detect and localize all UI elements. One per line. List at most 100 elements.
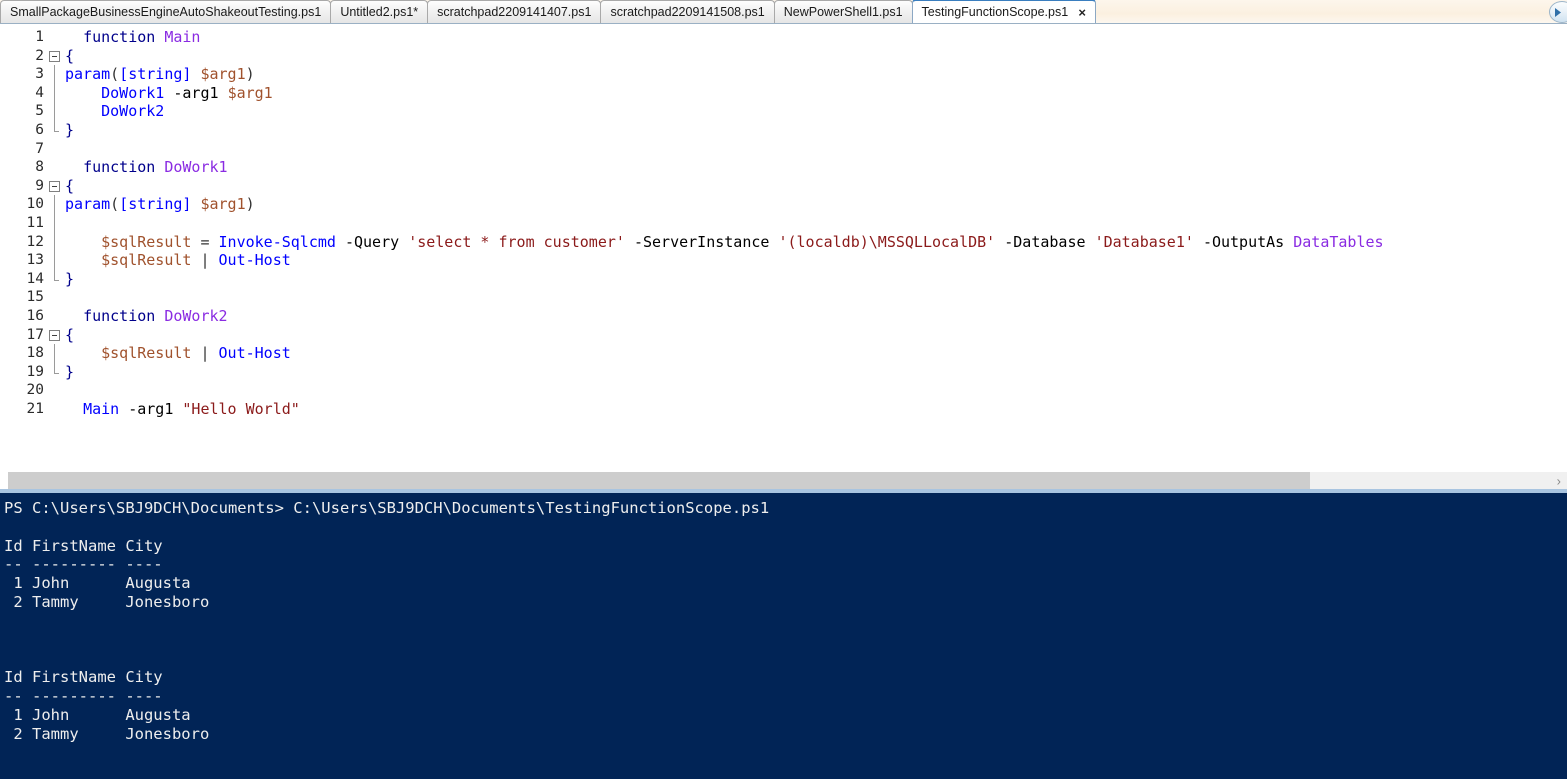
code-line-text: $sqlResult | Out-Host [64,251,1567,270]
collapse-minus-icon[interactable] [49,180,60,192]
line-number: 9 [35,177,44,194]
console-output-line: 1 John Augusta [4,705,191,724]
fold-gutter [44,120,64,140]
code-line[interactable]: 19} [0,362,1567,382]
line-number: 14 [26,270,44,287]
code-line[interactable]: 20 [0,381,1567,400]
fold-gutter [44,195,64,214]
code-token: [string] [119,195,192,214]
code-line[interactable]: 15 [0,288,1567,307]
code-token: $sqlResult [101,232,192,251]
code-line[interactable]: 7 [0,140,1567,159]
line-number: 19 [26,363,44,380]
fold-gutter [44,102,64,121]
code-line[interactable]: 17 { [0,326,1567,345]
code-token: ) [245,195,255,214]
console-prompt-line: PS C:\Users\SBJ9DCH\Documents> C:\Users\… [4,499,770,517]
code-line-text: function DoWork2 [64,307,1567,326]
editor-tab-label: TestingFunctionScope.ps1 [921,4,1069,19]
editor-horizontal-scrollbar[interactable]: › [0,471,1567,489]
close-icon[interactable]: × [1075,5,1089,19]
code-line[interactable]: 4 DoWork1 -arg1 $arg1 [0,83,1567,103]
code-line[interactable]: 13 $sqlResult | Out-Host [0,251,1567,270]
fold-gutter [44,65,64,84]
fold-gutter [44,381,64,400]
code-line[interactable]: 14} [0,269,1567,289]
console-output-line: 2 Tammy Jonesboro [4,724,210,743]
console-output-pane[interactable]: PS C:\Users\SBJ9DCH\Documents> C:\Users\… [0,493,1567,779]
line-number: 20 [26,382,44,399]
code-line[interactable]: 5 DoWork2 [0,102,1567,121]
fold-gutter [44,400,64,419]
code-line[interactable]: 6} [0,120,1567,140]
editor-tab[interactable]: SmallPackageBusinessEngineAutoShakeoutTe… [0,0,332,23]
collapse-minus-icon[interactable] [49,50,60,62]
tab-scroll-right-button[interactable] [1549,1,1567,23]
fold-guide-line [54,344,55,363]
code-token: [string] [119,65,192,84]
code-line[interactable]: 18 $sqlResult | Out-Host [0,344,1567,363]
editor-tab[interactable]: NewPowerShell1.ps1 [773,0,913,23]
code-line[interactable]: 3 param([string] $arg1) [0,65,1567,84]
fold-gutter [44,213,64,233]
fold-toggle-icon[interactable] [44,47,64,66]
editor-tab[interactable]: scratchpad2209141508.ps1 [600,0,775,23]
fold-guide-line [54,251,55,270]
scrollbar-thumb[interactable] [8,472,1310,489]
fold-gutter [44,269,64,289]
scrollbar-track[interactable]: › [1310,472,1567,489]
code-token: } [65,269,75,288]
code-line-text: } [64,121,1567,140]
editor-tab[interactable]: scratchpad2209141407.ps1 [427,0,602,23]
script-editor-pane[interactable]: 1 function Main 2{3 param([string] $arg1) 4… [0,24,1567,471]
code-token: param [65,65,111,84]
editor-tab-active[interactable]: TestingFunctionScope.ps1 × [911,0,1097,23]
console-output-line: Id FirstName City [4,536,163,555]
fold-gutter [44,307,64,326]
code-token: 'select * from customer' [408,232,625,251]
code-token: | [200,344,210,363]
fold-guide-line [54,195,55,214]
code-token: DataTables [1293,232,1384,251]
code-token: -arg1 [128,399,174,418]
code-area[interactable]: 1 function Main 2{3 param([string] $arg1) 4… [0,24,1567,418]
editor-tab[interactable]: Untitled2.ps1* [330,0,429,23]
code-token: ) [245,65,255,84]
code-line[interactable]: 11 [0,213,1567,233]
code-token: $arg1 [200,195,246,214]
code-line[interactable]: 12 $sqlResult = Invoke-Sqlcmd -Query 'se… [0,232,1567,252]
code-line[interactable]: 1 function Main [0,28,1567,47]
code-line[interactable]: 16 function DoWork2 [0,307,1567,326]
code-token: function [83,158,156,177]
code-line-text: DoWork1 -arg1 $arg1 [64,84,1567,103]
editor-tab-label: NewPowerShell1.ps1 [783,4,903,19]
code-line[interactable]: 9{ [0,177,1567,196]
code-line[interactable]: 21 Main -arg1 "Hello World" [0,400,1567,419]
editor-tab-label: Untitled2.ps1* [340,4,419,19]
code-line-text: } [64,363,1567,382]
fold-toggle-icon[interactable] [44,326,64,345]
code-token: Main [83,399,120,418]
console-output-line: -- --------- ---- [4,686,163,705]
code-line[interactable]: 8 function DoWork1 [0,158,1567,177]
console-output-line: 2 Tammy Jonesboro [4,592,210,611]
line-number: 11 [26,214,44,231]
collapse-minus-icon[interactable] [49,329,60,341]
code-line[interactable]: 10 param([string] $arg1) [0,195,1567,214]
code-token: 'Database1' [1094,232,1194,251]
scroll-right-arrow-icon[interactable]: › [1557,474,1561,487]
fold-toggle-icon[interactable] [44,177,64,196]
code-line[interactable]: 2{ [0,47,1567,66]
scrollbar-left-gap [0,472,8,489]
fold-guide-line [54,83,55,103]
fold-gutter [44,158,64,177]
